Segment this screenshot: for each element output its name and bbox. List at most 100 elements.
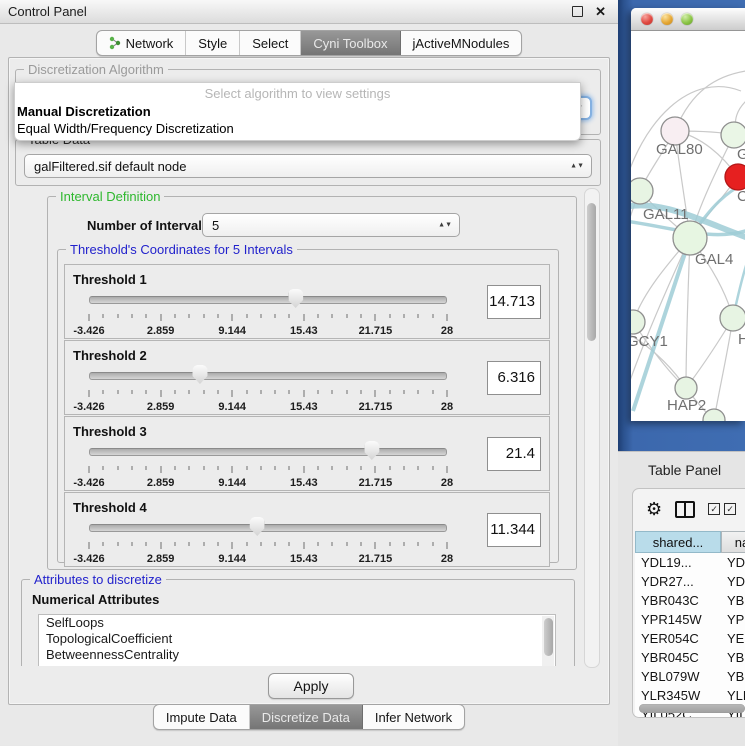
tick-mark (275, 466, 276, 470)
settings-scroll-viewport: Interval Definition Number of Intervals … (15, 188, 581, 666)
tick-mark (203, 390, 204, 394)
close-traffic-light-icon[interactable] (641, 13, 653, 25)
threshold-value-field[interactable]: 6.316 (487, 361, 541, 395)
table-cell: YLR345W (635, 688, 721, 703)
table-row[interactable]: YBR045CYBR0 (635, 648, 745, 667)
threshold-value-field[interactable]: 14.713 (487, 285, 541, 319)
tick-mark (260, 390, 261, 394)
checkbox-icon[interactable]: ✓ (724, 503, 736, 515)
network-view-window[interactable]: GAL80GCGAL11GAL4GCY1HHAP2 (631, 8, 745, 421)
network-node[interactable] (703, 409, 725, 421)
table-row[interactable]: YBL079WYBL0 (635, 667, 745, 686)
tick-mark (432, 314, 433, 318)
tick-mark (174, 314, 175, 318)
table-row[interactable]: YBR043CYBR0 (635, 591, 745, 610)
network-node-c[interactable] (725, 164, 745, 190)
minimize-traffic-light-icon[interactable] (661, 13, 673, 25)
algorithm-option-manual-discretization[interactable]: Manual Discretization (15, 103, 580, 120)
column-header-shared[interactable]: shared... (635, 531, 721, 553)
slider-thumb-icon[interactable] (192, 365, 207, 384)
tick-label: -3.426 (73, 401, 104, 413)
table-horizontal-scrollbar[interactable] (639, 704, 745, 713)
tick-mark (289, 390, 290, 394)
slider-thumb-icon[interactable] (250, 517, 265, 536)
attributes-scrollbar[interactable] (542, 616, 554, 666)
tick-mark (432, 466, 433, 470)
tick-mark (418, 542, 419, 546)
table-row[interactable]: YDL19...YDL1 (635, 553, 745, 572)
tick-mark (217, 466, 218, 470)
attribute-item-selfloops[interactable]: SelfLoops (39, 615, 555, 631)
bottom-tab-discretize-data[interactable]: Discretize Data (250, 705, 363, 729)
tick-mark (303, 390, 304, 397)
threshold-slider[interactable]: -3.4262.8599.14415.4321.71528 (89, 367, 447, 413)
apply-button[interactable]: Apply (268, 673, 354, 699)
threshold-label: Threshold 4 (73, 500, 147, 515)
slider-thumb-icon[interactable] (288, 289, 303, 308)
number-of-intervals-label: Number of Intervals (87, 218, 209, 233)
network-node-gal11[interactable] (631, 178, 653, 204)
tick-mark (160, 314, 161, 321)
tick-mark (146, 542, 147, 546)
attributes-scrollbar-thumb[interactable] (544, 618, 553, 656)
network-canvas[interactable]: GAL80GCGAL11GAL4GCY1HHAP2 (631, 31, 745, 421)
checkbox-icon[interactable]: ✓ (708, 503, 720, 515)
threshold-slider[interactable]: -3.4262.8599.14415.4321.71528 (89, 291, 447, 337)
tab-network[interactable]: Network (97, 31, 187, 55)
tick-mark (232, 466, 233, 473)
tick-mark (447, 542, 448, 549)
network-node-hap2[interactable] (675, 377, 697, 399)
settings-scrollbar-thumb[interactable] (587, 203, 596, 341)
table-row[interactable]: YPR145WYPR1 (635, 610, 745, 629)
attributes-group: Attributes to discretize Numerical Attri… (21, 579, 575, 666)
bottom-tab-impute-data[interactable]: Impute Data (154, 705, 250, 729)
node-table[interactable]: shared...name YDL19...YDL1YDR27...YDR2YB… (635, 531, 745, 717)
column-header-name[interactable]: name (721, 531, 745, 553)
settings-scrollbar[interactable] (584, 188, 600, 668)
threshold-value-field[interactable]: 21.4 (487, 437, 541, 471)
tick-mark (346, 314, 347, 318)
tick-label: 28 (441, 553, 453, 565)
threshold-slider[interactable]: -3.4262.8599.14415.4321.71528 (89, 519, 447, 565)
zoom-traffic-light-icon[interactable] (681, 13, 693, 25)
table-row[interactable]: YLR345WYLR3 (635, 686, 745, 705)
tick-mark (404, 314, 405, 318)
tick-mark (275, 314, 276, 318)
table-row[interactable]: YDR27...YDR2 (635, 572, 745, 591)
threshold-value-field[interactable]: 11.344 (487, 513, 541, 547)
tab-cyni-toolbox[interactable]: Cyni Toolbox (301, 31, 400, 55)
split-columns-icon[interactable] (675, 501, 695, 518)
tab-select[interactable]: Select (240, 31, 301, 55)
network-node-g[interactable] (721, 122, 745, 148)
slider-track (89, 296, 447, 304)
thresholds-group: Threshold's Coordinates for 5 Intervals … (57, 249, 559, 563)
number-of-intervals-combobox[interactable]: 5 ▲▼ (202, 213, 460, 237)
tick-mark (203, 466, 204, 470)
attribute-items: SelfLoopsTopologicalCoefficientBetweenne… (39, 615, 555, 663)
gear-icon[interactable]: ⚙ (646, 500, 662, 518)
tab-style[interactable]: Style (186, 31, 240, 55)
network-node-gal4[interactable] (673, 221, 707, 255)
threshold-slider[interactable]: -3.4262.8599.14415.4321.71528 (89, 443, 447, 489)
float-window-icon[interactable] (572, 6, 583, 17)
network-window-titlebar[interactable] (631, 8, 745, 31)
slider-thumb-icon[interactable] (364, 441, 379, 460)
network-node-gcy1[interactable] (631, 310, 645, 334)
tab-jactivemnodules[interactable]: jActiveMNodules (401, 31, 522, 55)
tick-mark (389, 390, 390, 394)
table-row[interactable]: YER054CYER0 (635, 629, 745, 648)
tick-mark (289, 466, 290, 470)
algorithm-option-equal-width-frequency-discretization[interactable]: Equal Width/Frequency Discretization (15, 120, 580, 137)
tick-mark (447, 466, 448, 473)
close-icon[interactable]: ✕ (595, 5, 606, 18)
attribute-item-betweennesscentrality[interactable]: BetweennessCentrality (39, 647, 555, 663)
tab-label-jactivemnodules: jActiveMNodules (413, 36, 510, 51)
bottom-tab-infer-network[interactable]: Infer Network (363, 705, 464, 729)
network-node-h[interactable] (720, 305, 745, 331)
numerical-attributes-list[interactable]: SelfLoopsTopologicalCoefficientBetweenne… (38, 614, 556, 666)
tick-mark (275, 390, 276, 394)
table-data-combobox[interactable]: galFiltered.sif default node ▲▼ (24, 154, 592, 178)
attribute-item-topologicalcoefficient[interactable]: TopologicalCoefficient (39, 631, 555, 647)
tick-mark (189, 466, 190, 470)
tick-mark (289, 542, 290, 546)
